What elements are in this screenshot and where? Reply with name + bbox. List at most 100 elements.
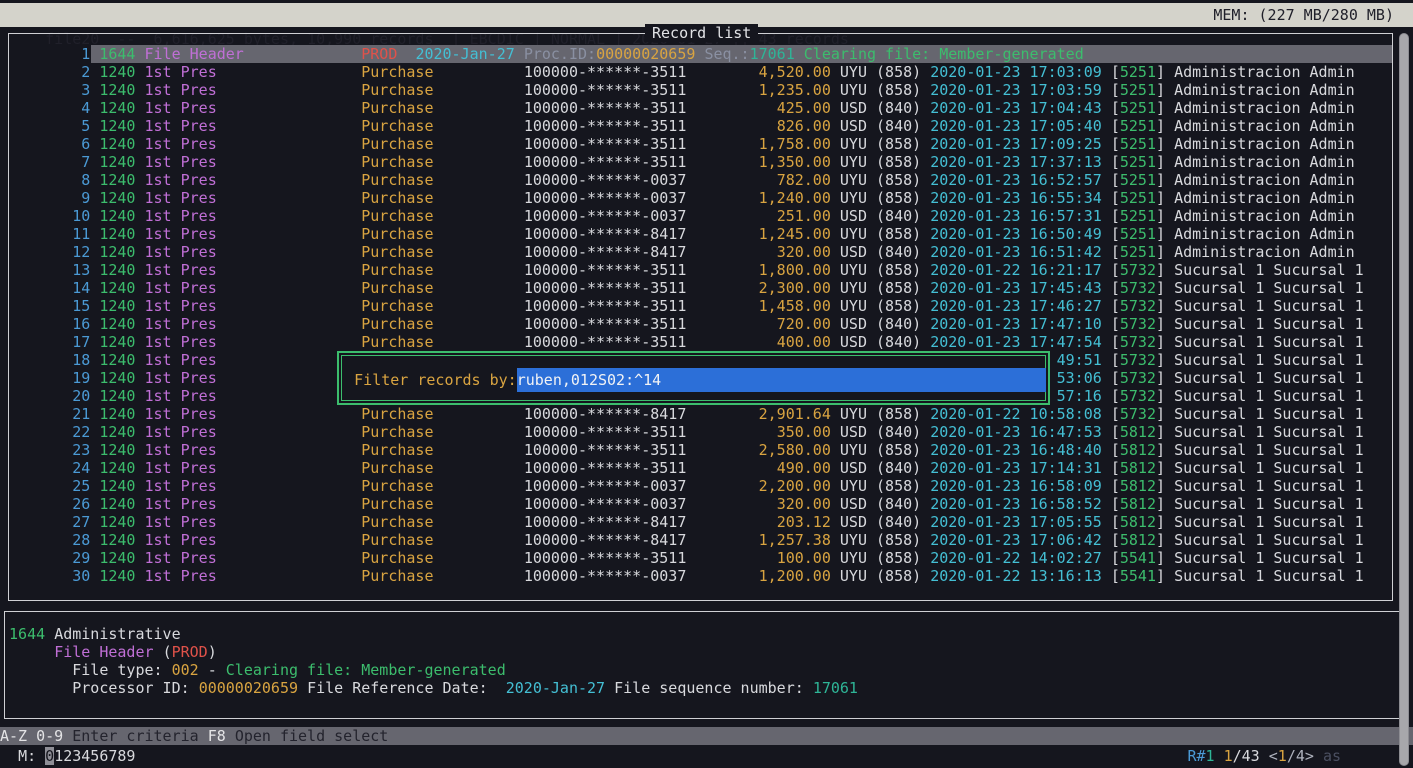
currency: UYU (858) <box>840 81 921 99</box>
datetime: 2020-01-23 17:14:31 <box>930 459 1102 477</box>
datetime: 2020-01-23 17:06:42 <box>930 531 1102 549</box>
record-row[interactable]: 15 1240 1st Pres Purchase 100000-******-… <box>0 297 1364 315</box>
record-row[interactable]: 11 1240 1st Pres Purchase 100000-******-… <box>0 225 1355 243</box>
currency: UYU (858) <box>840 531 921 549</box>
branch-bracket: [ <box>1111 441 1120 459</box>
record-desc: 1st Pres <box>145 171 217 189</box>
branch-bracket: ] <box>1156 351 1165 369</box>
branch-code: 5812 <box>1120 495 1156 513</box>
detail-line-4: Processor ID: 00000020659 File Reference… <box>0 679 858 697</box>
card-number: 100000-******-3511 <box>524 333 687 351</box>
datetime: 2020-01-23 17:03:59 <box>930 81 1102 99</box>
record-row[interactable]: 21 1240 1st Pres Purchase 100000-******-… <box>0 405 1364 423</box>
record-row[interactable]: 14 1240 1st Pres Purchase 100000-******-… <box>0 279 1364 297</box>
record-type: 1240 <box>99 495 135 513</box>
detail-line-3: File type: 002 - Clearing file: Member-g… <box>0 661 506 679</box>
currency: UYU (858) <box>840 441 921 459</box>
record-number: 22 <box>72 423 90 441</box>
record-row[interactable]: 28 1240 1st Pres Purchase 100000-******-… <box>0 531 1364 549</box>
branch-bracket: [ <box>1111 81 1120 99</box>
record-row[interactable]: 16 1240 1st Pres Purchase 100000-******-… <box>0 315 1364 333</box>
record-row[interactable]: 7 1240 1st Pres Purchase 100000-******-3… <box>0 153 1355 171</box>
record-row[interactable]: 30 1240 1st Pres Purchase 100000-******-… <box>0 567 1364 585</box>
card-number: 100000-******-3511 <box>524 153 687 171</box>
filter-dialog-label: Filter records by: <box>354 371 517 389</box>
transaction-type: Purchase <box>361 441 433 459</box>
datetime: 2020-01-23 16:58:52 <box>930 495 1102 513</box>
merchant-name: Sucursal 1 Sucursal 1 <box>1174 405 1364 423</box>
branch-code: 5251 <box>1120 153 1156 171</box>
branch-bracket: [ <box>1111 297 1120 315</box>
detail-seq-value: 17061 <box>813 679 858 697</box>
transaction-type: Purchase <box>361 405 433 423</box>
record-type: 1240 <box>99 189 135 207</box>
time-fragment: 57:16 <box>1057 387 1102 405</box>
branch-bracket: ] <box>1156 279 1165 297</box>
help-text: Enter criteria <box>72 727 198 745</box>
branch-bracket: ] <box>1156 99 1165 117</box>
record-row[interactable]: 6 1240 1st Pres Purchase 100000-******-3… <box>0 135 1355 153</box>
transaction-type: Purchase <box>361 315 433 333</box>
currency: USD (840) <box>840 207 921 225</box>
transaction-type: Purchase <box>361 333 433 351</box>
filter-input[interactable]: ruben,012S02:^14 <box>517 368 1046 392</box>
transaction-type: Purchase <box>361 135 433 153</box>
record-row[interactable]: 3 1240 1st Pres Purchase 100000-******-3… <box>0 81 1355 99</box>
transaction-type: Purchase <box>361 477 433 495</box>
clearing-note: Clearing file: Member-generated <box>804 45 1084 63</box>
branch-bracket: ] <box>1156 189 1165 207</box>
record-row[interactable]: 2 1240 1st Pres Purchase 100000-******-3… <box>0 63 1355 81</box>
record-desc: 1st Pres <box>145 207 217 225</box>
merchant-name: Administracion Admin <box>1174 171 1355 189</box>
branch-code: 5732 <box>1120 369 1156 387</box>
record-desc: 1st Pres <box>145 477 217 495</box>
currency: UYU (858) <box>840 297 921 315</box>
merchant-name: Administracion Admin <box>1174 189 1355 207</box>
scrollbar[interactable] <box>1399 33 1409 766</box>
record-row[interactable]: 29 1240 1st Pres Purchase 100000-******-… <box>0 549 1364 567</box>
record-row[interactable]: 24 1240 1st Pres Purchase 100000-******-… <box>0 459 1364 477</box>
merchant-name: Sucursal 1 Sucursal 1 <box>1174 369 1364 387</box>
branch-code: 5732 <box>1120 261 1156 279</box>
branch-code: 5732 <box>1120 351 1156 369</box>
record-row[interactable]: 22 1240 1st Pres Purchase 100000-******-… <box>0 423 1364 441</box>
record-row[interactable]: 9 1240 1st Pres Purchase 100000-******-0… <box>0 189 1355 207</box>
branch-bracket: ] <box>1156 297 1165 315</box>
merchant-name: Administracion Admin <box>1174 207 1355 225</box>
text-cursor: 0 <box>45 747 54 765</box>
merchant-name: Sucursal 1 Sucursal 1 <box>1174 297 1364 315</box>
record-desc: 1st Pres <box>145 459 217 477</box>
record-row[interactable]: 8 1240 1st Pres Purchase 100000-******-0… <box>0 171 1355 189</box>
currency: UYU (858) <box>840 279 921 297</box>
record-row[interactable]: 23 1240 1st Pres Purchase 100000-******-… <box>0 441 1364 459</box>
record-row[interactable]: 10 1240 1st Pres Purchase 100000-******-… <box>0 207 1355 225</box>
amount: 2,580.00 <box>759 441 831 459</box>
record-number: 30 <box>72 567 90 585</box>
branch-bracket: ] <box>1156 405 1165 423</box>
detail-file-type-code: 002 <box>172 661 199 679</box>
transaction-type: Purchase <box>361 63 433 81</box>
record-row-header[interactable]: 1 1644 File Header PROD 2020-Jan-27 Proc… <box>0 45 1084 63</box>
amount: 320.00 <box>777 495 831 513</box>
branch-bracket: ] <box>1156 261 1165 279</box>
branch-bracket: ] <box>1156 81 1165 99</box>
help-text: Open field select <box>235 727 389 745</box>
record-row[interactable]: 26 1240 1st Pres Purchase 100000-******-… <box>0 495 1364 513</box>
record-row[interactable]: 25 1240 1st Pres Purchase 100000-******-… <box>0 477 1364 495</box>
datetime: 2020-01-23 17:03:09 <box>930 63 1102 81</box>
datetime: 2020-01-23 17:46:27 <box>930 297 1102 315</box>
record-row[interactable]: 4 1240 1st Pres Purchase 100000-******-3… <box>0 99 1355 117</box>
branch-bracket: [ <box>1111 117 1120 135</box>
datetime: 2020-01-23 17:09:25 <box>930 135 1102 153</box>
record-row[interactable]: 5 1240 1st Pres Purchase 100000-******-3… <box>0 117 1355 135</box>
record-row[interactable]: 13 1240 1st Pres Purchase 100000-******-… <box>0 261 1364 279</box>
detail-ref-date: 2020-Jan-27 <box>506 679 605 697</box>
record-row[interactable]: 27 1240 1st Pres Purchase 100000-******-… <box>0 513 1364 531</box>
amount: 1,800.00 <box>759 261 831 279</box>
record-row[interactable]: 17 1240 1st Pres Purchase 100000-******-… <box>0 333 1364 351</box>
branch-code: 5251 <box>1120 171 1156 189</box>
amount: 2,901.64 <box>759 405 831 423</box>
detail-env: PROD <box>172 643 208 661</box>
help-bar: A-Z 0-9 Enter criteria F8 Open field sel… <box>0 727 1413 745</box>
record-row[interactable]: 12 1240 1st Pres Purchase 100000-******-… <box>0 243 1355 261</box>
